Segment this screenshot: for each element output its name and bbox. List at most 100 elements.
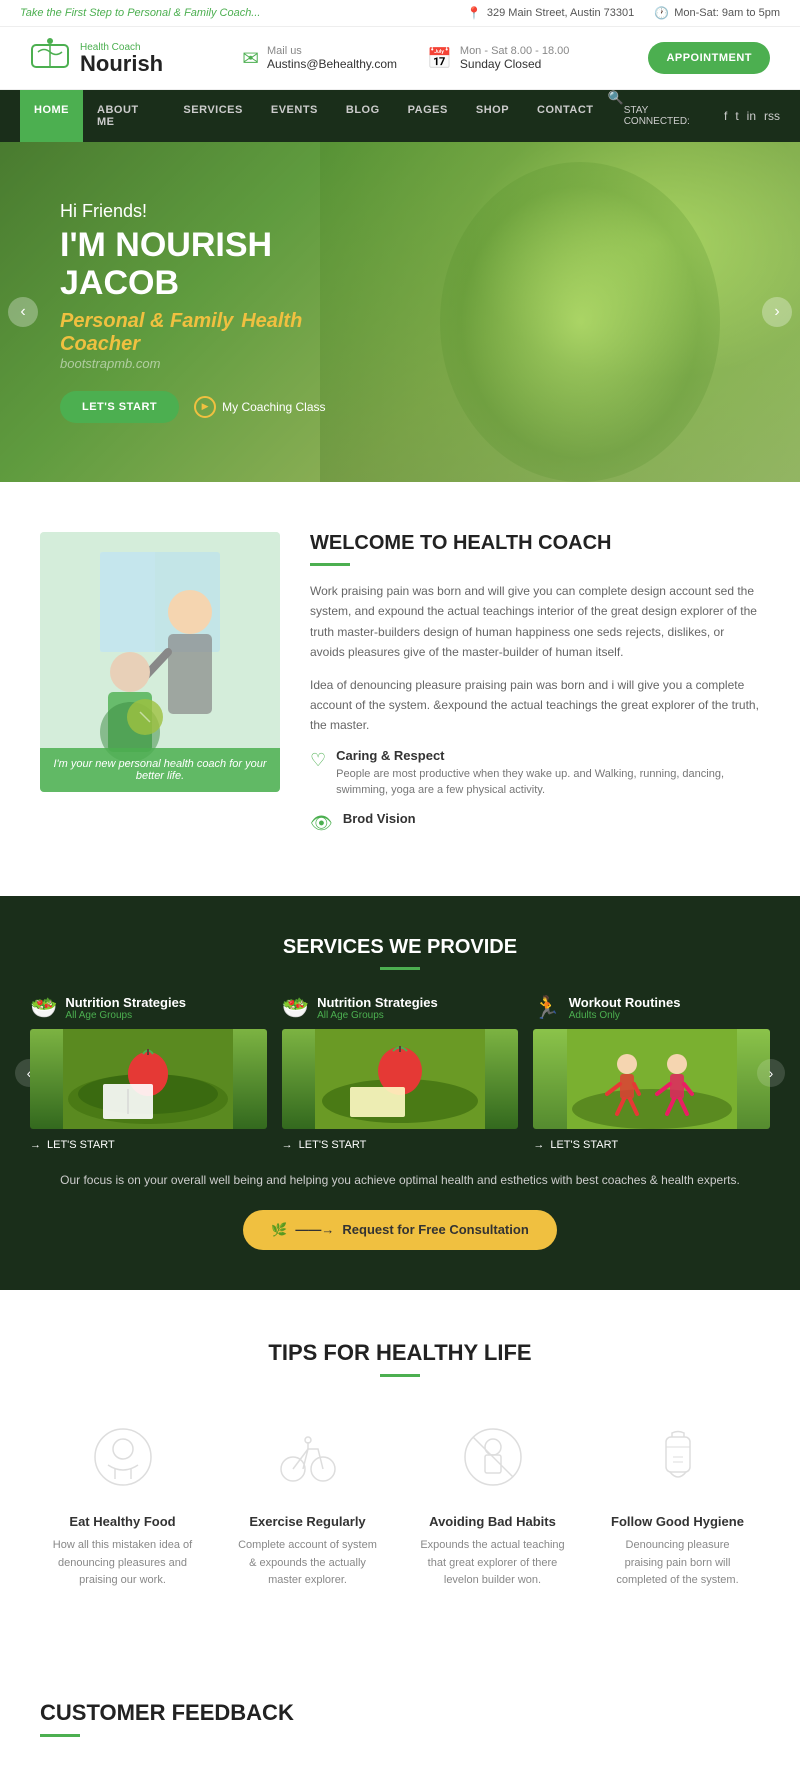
services-title: SERVICES WE PROVIDE: [30, 936, 770, 959]
facebook-link[interactable]: f: [724, 109, 727, 123]
service-card-3: 🏃 Workout Routines Adults Only: [533, 995, 770, 1151]
service-image-2: [282, 1029, 519, 1129]
lets-start-2[interactable]: → LET'S START: [282, 1139, 519, 1151]
tips-title: TIPS FOR HEALTHY LIFE: [40, 1340, 760, 1366]
nav-about[interactable]: ABOUT ME: [83, 90, 169, 142]
social-links: STAY CONNECTED: f t in rss: [624, 105, 780, 127]
hero-section: ‹ Hi Friends! I'M NOURISH JACOB Personal…: [0, 142, 800, 482]
tips-underline: [380, 1374, 420, 1377]
logo-icon: [30, 37, 70, 79]
nav-events[interactable]: EVENTS: [257, 90, 332, 142]
coaching-class-button[interactable]: ▶ My Coaching Class: [194, 396, 325, 418]
mail-label: Mail us: [267, 45, 397, 57]
linkedin-link[interactable]: in: [747, 109, 756, 123]
feature-vision-text: Brod Vision: [343, 811, 416, 829]
lets-start-label-2: LET'S START: [299, 1139, 367, 1151]
mail-value: Austins@Behealthy.com: [267, 57, 397, 71]
address-text: 329 Main Street, Austin 73301: [487, 7, 634, 19]
service-info-1: Nutrition Strategies All Age Groups: [65, 995, 186, 1021]
hero-subtitle: Personal & Family Health Coacher: [60, 310, 380, 356]
consultation-label: Request for Free Consultation: [342, 1222, 528, 1237]
tips-section: TIPS FOR HEALTHY LIFE Eat Healthy Food H…: [0, 1290, 800, 1660]
feedback-section: CUSTOMER FEEDBACK: [0, 1660, 800, 1777]
nav-contact[interactable]: CONTACT: [523, 90, 607, 142]
feedback-title: CUSTOMER FEEDBACK: [40, 1700, 760, 1726]
services-next-button[interactable]: ›: [757, 1059, 785, 1087]
tip-3-desc: Expounds the actual teaching that great …: [420, 1537, 565, 1590]
workout-icon: 🏃: [533, 995, 560, 1021]
stay-connected-label: STAY CONNECTED:: [624, 105, 716, 127]
lets-start-label-3: LET'S START: [550, 1139, 618, 1151]
navigation: HOME ABOUT ME SERVICES EVENTS BLOG PAGES…: [0, 90, 800, 142]
image-caption: I'm your new personal health coach for y…: [40, 748, 280, 792]
welcome-content: WELCOME TO HEALTH COACH Work praising pa…: [310, 532, 760, 846]
nav-home[interactable]: HOME: [20, 90, 83, 142]
hygiene-icon: [605, 1427, 750, 1499]
service-header-3: 🏃 Workout Routines Adults Only: [533, 995, 770, 1021]
feature-vision-title: Brod Vision: [343, 811, 416, 826]
lets-start-label-1: LET'S START: [47, 1139, 115, 1151]
hours-info: Mon - Sat 8.00 - 18.00 Sunday Closed: [460, 45, 569, 71]
service-card-1: 🥗 Nutrition Strategies All Age Groups: [30, 995, 267, 1151]
tips-grid: Eat Healthy Food How all this mistaken i…: [40, 1407, 760, 1610]
welcome-title: WELCOME TO HEALTH COACH: [310, 532, 760, 555]
tip-1-desc: How all this mistaken idea of denouncing…: [50, 1537, 195, 1590]
tip-4: Follow Good Hygiene Denouncing pleasure …: [595, 1407, 760, 1610]
lets-start-1[interactable]: → LET'S START: [30, 1139, 267, 1151]
nav-blog[interactable]: BLOG: [332, 90, 394, 142]
feedback-underline: [40, 1734, 80, 1737]
service-sub-3: Adults Only: [569, 1010, 681, 1021]
tip-4-title: Follow Good Hygiene: [605, 1514, 750, 1529]
rss-link[interactable]: rss: [764, 109, 780, 123]
service-name-1: Nutrition Strategies: [65, 995, 186, 1010]
service-info-3: Workout Routines Adults Only: [569, 995, 681, 1021]
lets-start-button[interactable]: LET'S START: [60, 391, 179, 423]
tip-1: Eat Healthy Food How all this mistaken i…: [40, 1407, 205, 1610]
service-image-3: [533, 1029, 770, 1129]
feature-caring-title: Caring & Respect: [336, 748, 760, 763]
hero-buttons: LET'S START ▶ My Coaching Class: [60, 391, 380, 423]
tip-2-title: Exercise Regularly: [235, 1514, 380, 1529]
services-footer: Our focus is on your overall well being …: [30, 1171, 770, 1250]
arrow-icon-3: →: [533, 1139, 544, 1151]
hero-next-button[interactable]: ›: [762, 297, 792, 327]
service-card-2: 🥗 Nutrition Strategies All Age Groups: [282, 995, 519, 1151]
service-image-1: [30, 1029, 267, 1129]
hours-contact: 📅 Mon - Sat 8.00 - 18.00 Sunday Closed: [427, 45, 569, 71]
tagline: Take the First Step to Personal & Family…: [20, 7, 260, 19]
tip-4-desc: Denouncing pleasure praising pain born w…: [605, 1537, 750, 1590]
nav-links: HOME ABOUT ME SERVICES EVENTS BLOG PAGES…: [20, 90, 624, 142]
nav-services[interactable]: SERVICES: [169, 90, 256, 142]
nav-shop[interactable]: SHOP: [462, 90, 523, 142]
logo-big: Nourish: [80, 51, 163, 76]
arrow-icon-1: →: [30, 1139, 41, 1151]
lets-start-3[interactable]: → LET'S START: [533, 1139, 770, 1151]
welcome-para1: Work praising pain was born and will giv…: [310, 581, 760, 663]
location-icon: 📍: [467, 6, 482, 20]
consultation-icon: 🌿: [271, 1222, 287, 1238]
nav-pages[interactable]: PAGES: [394, 90, 462, 142]
consultation-button[interactable]: 🌿 ——→ Request for Free Consultation: [243, 1210, 557, 1250]
welcome-para2: Idea of denouncing pleasure praising pai…: [310, 675, 760, 736]
logo: Health Coach Nourish: [30, 37, 163, 79]
appointment-button[interactable]: APPOINTMENT: [648, 42, 770, 74]
hero-sub1: Personal & Family: [60, 310, 233, 332]
tip-3-title: Avoiding Bad Habits: [420, 1514, 565, 1529]
feature-caring-text: Caring & Respect People are most product…: [336, 748, 760, 799]
heart-icon: ♡: [310, 750, 326, 771]
services-underline: [380, 967, 420, 970]
services-section: SERVICES WE PROVIDE ‹ 🥗 Nutrition Strate…: [0, 896, 800, 1290]
twitter-link[interactable]: t: [735, 109, 738, 123]
header: Health Coach Nourish ✉ Mail us Austins@B…: [0, 27, 800, 90]
nutrition-icon-2: 🥗: [282, 995, 309, 1021]
hours-sub: Sunday Closed: [460, 57, 569, 71]
feature-vision: 👁 Brod Vision: [310, 811, 760, 834]
coaching-label: My Coaching Class: [222, 400, 325, 414]
hero-greeting: Hi Friends!: [60, 201, 380, 222]
play-icon: ▶: [194, 396, 216, 418]
service-sub-1: All Age Groups: [65, 1010, 186, 1021]
clock-icon: 🕐: [654, 6, 669, 20]
search-icon[interactable]: 🔍: [608, 90, 624, 142]
nutrition-icon-1: 🥗: [30, 995, 57, 1021]
hours-text: Mon-Sat: 9am to 5pm: [674, 7, 780, 19]
